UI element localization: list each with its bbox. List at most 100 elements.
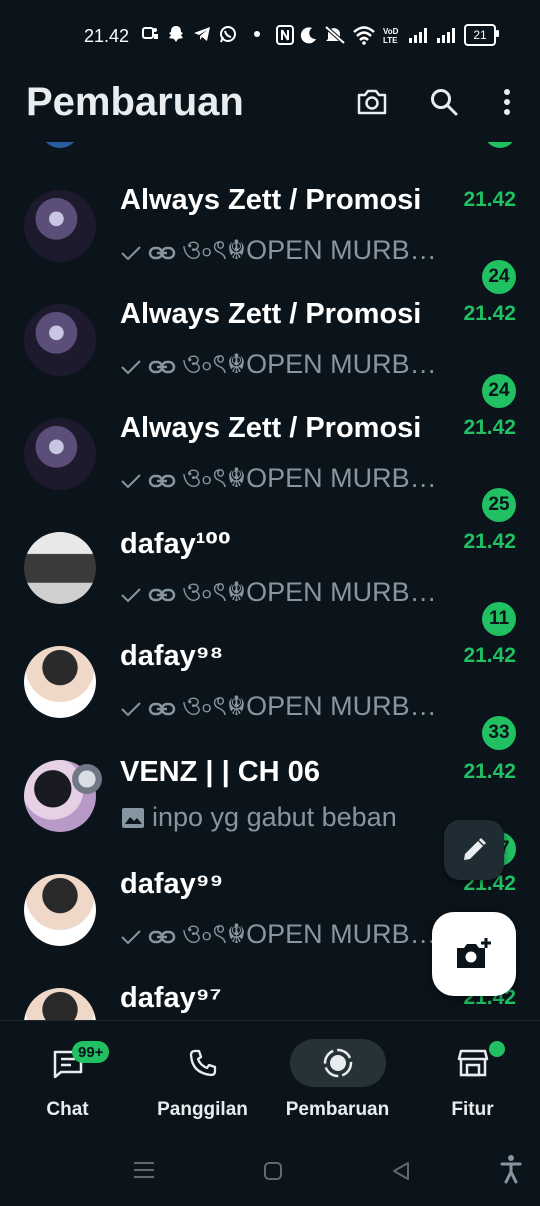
status-bar: 21.42 VoD LTE 21: [0, 0, 540, 70]
channel-name: Always Zett / Promosi: [120, 298, 422, 330]
channel-name: Always Zett / Promosi: [120, 412, 422, 444]
avatar: [24, 532, 96, 604]
link-icon: [148, 928, 176, 946]
channel-name: Always Zett / Promosi: [120, 184, 422, 216]
nav-chat[interactable]: 99+ Chat: [0, 1021, 135, 1137]
link-icon: [148, 244, 176, 262]
notification-icons: [140, 24, 270, 44]
system-status-icons: VoD LTE 21: [276, 24, 499, 46]
avatar: [24, 646, 96, 718]
nav-icon-wrap: [425, 1039, 521, 1087]
channel-preview: ও৹ৎ☬OPEN MURBUG: [120, 230, 450, 275]
channel-preview: ও৹ৎ☬OPEN MURBUG: [120, 686, 450, 731]
check-icon: [120, 928, 142, 946]
preview-text: ও৹ৎ☬OPEN MURBUG: [182, 349, 450, 379]
channel-name: dafay¹⁰⁰: [120, 528, 231, 560]
avatar: [24, 418, 96, 490]
more-notifications-dot: [254, 31, 260, 37]
channel-name: dafay⁹⁸: [120, 640, 224, 672]
snapchat-icon: [166, 24, 186, 44]
channel-preview: ও৹ৎ☬OPEN MURBUG: [120, 458, 450, 503]
channel-time: 21.42: [463, 530, 516, 553]
search-icon: [431, 89, 458, 116]
avatar: [24, 304, 96, 376]
moon-icon: [300, 24, 318, 46]
status-ring: [72, 764, 102, 794]
nav-calls[interactable]: Panggilan: [135, 1021, 270, 1137]
system-navigation: [0, 1136, 540, 1206]
check-icon: [120, 244, 142, 262]
channel-time: 21.42: [463, 416, 516, 439]
preview-text: ও৹ৎ☬OPEN MURBUG: [182, 235, 450, 265]
telegram-icon: [192, 24, 212, 44]
channel-preview: ও৹ৎ☬OPEN MURBUG: [120, 914, 450, 959]
avatar: [24, 190, 96, 262]
menu-icon[interactable]: [132, 1160, 156, 1180]
channel-list: Always Zett / Promosi 21.42 ও৹ৎ☬OPEN MUR…: [0, 142, 540, 1020]
channel-preview: ও৹ৎ☬OPEN MURBUG: [120, 572, 450, 617]
nav-label: Pembaruan: [285, 1099, 390, 1120]
channel-name: VENZ | | CH 06: [120, 756, 320, 788]
new-status-text-button[interactable]: [444, 820, 504, 880]
preview-text: ও৹ৎ☬OPEN MURBUG: [182, 463, 450, 493]
store-icon: [457, 1049, 488, 1077]
channel-time: 21.42: [463, 188, 516, 211]
nav-icon-wrap: [155, 1039, 251, 1087]
camera-plus-icon: [457, 938, 491, 968]
pencil-icon: [464, 838, 486, 860]
wifi-icon: [352, 24, 376, 46]
battery-icon: 21: [464, 24, 499, 46]
bottom-navigation: 99+ Chat Panggilan Pembaruan Fitur: [0, 1020, 540, 1136]
teams-icon: [140, 24, 160, 44]
channel-preview: inpo yg gabut beban: [120, 802, 450, 833]
chat-unread-badge: 99+: [72, 1041, 110, 1063]
camera-button[interactable]: [354, 84, 390, 120]
home-icon[interactable]: [262, 1160, 284, 1182]
link-icon: [148, 358, 176, 376]
avatar: [40, 142, 80, 148]
whatsapp-icon: [218, 24, 238, 44]
link-icon: [148, 700, 176, 718]
search-button[interactable]: [426, 84, 462, 120]
channel-time: 21.42: [463, 644, 516, 667]
unread-badge: [484, 142, 516, 148]
preview-text: inpo yg gabut beban: [152, 802, 397, 832]
phone-icon: [189, 1049, 216, 1077]
nav-label: Panggilan: [157, 1099, 248, 1120]
volte-icon: VoD LTE: [382, 24, 402, 46]
avatar: [24, 988, 96, 1020]
signal-icon: [408, 24, 430, 46]
channel-row[interactable]: Always Zett / Promosi 21.42 ও৹ৎ☬OPEN MUR…: [0, 284, 540, 408]
check-icon: [120, 358, 142, 376]
avatar: [24, 874, 96, 946]
image-icon: [120, 806, 146, 830]
status-time: 21.42: [84, 26, 130, 46]
nav-updates[interactable]: Pembaruan: [270, 1021, 405, 1137]
partial-row-top: [0, 142, 540, 152]
check-icon: [120, 472, 142, 490]
accessibility-icon[interactable]: [500, 1154, 522, 1184]
app-bar: Pembaruan: [0, 70, 540, 142]
new-status-camera-button[interactable]: [432, 912, 516, 996]
preview-text: ও৹ৎ☬OPEN MURBUG: [182, 919, 450, 949]
more-options-button[interactable]: [490, 84, 524, 120]
nav-label: Chat: [46, 1099, 89, 1120]
page-title: Pembaruan: [26, 80, 244, 124]
svg-text:VoD: VoD: [383, 27, 399, 36]
channel-name: dafay⁹⁹: [120, 868, 224, 900]
channel-row[interactable]: Always Zett / Promosi 21.42 ও৹ৎ☬OPEN MUR…: [0, 170, 540, 294]
nav-features[interactable]: Fitur: [405, 1021, 540, 1137]
back-icon[interactable]: [390, 1160, 412, 1182]
check-icon: [120, 586, 142, 604]
channel-row[interactable]: dafay¹⁰⁰ 21.42 ও৹ৎ☬OPEN MURBUG 11: [0, 512, 540, 636]
channel-row[interactable]: dafay⁹⁸ 21.42 ও৹ৎ☬OPEN MURBUG 33: [0, 626, 540, 750]
svg-text:LTE: LTE: [383, 36, 398, 45]
preview-text: ও৹ৎ☬OPEN MURBUG: [182, 577, 450, 607]
channel-row[interactable]: Always Zett / Promosi 21.42 ও৹ৎ☬OPEN MUR…: [0, 398, 540, 522]
nav-icon-wrap: [289, 1039, 386, 1087]
preview-text: ও৹ৎ☬OPEN MURBUG: [182, 691, 450, 721]
mute-icon: [324, 24, 346, 46]
channel-time: 21.42: [463, 760, 516, 783]
nav-label: Fitur: [451, 1099, 494, 1120]
signal-icon: [436, 24, 458, 46]
